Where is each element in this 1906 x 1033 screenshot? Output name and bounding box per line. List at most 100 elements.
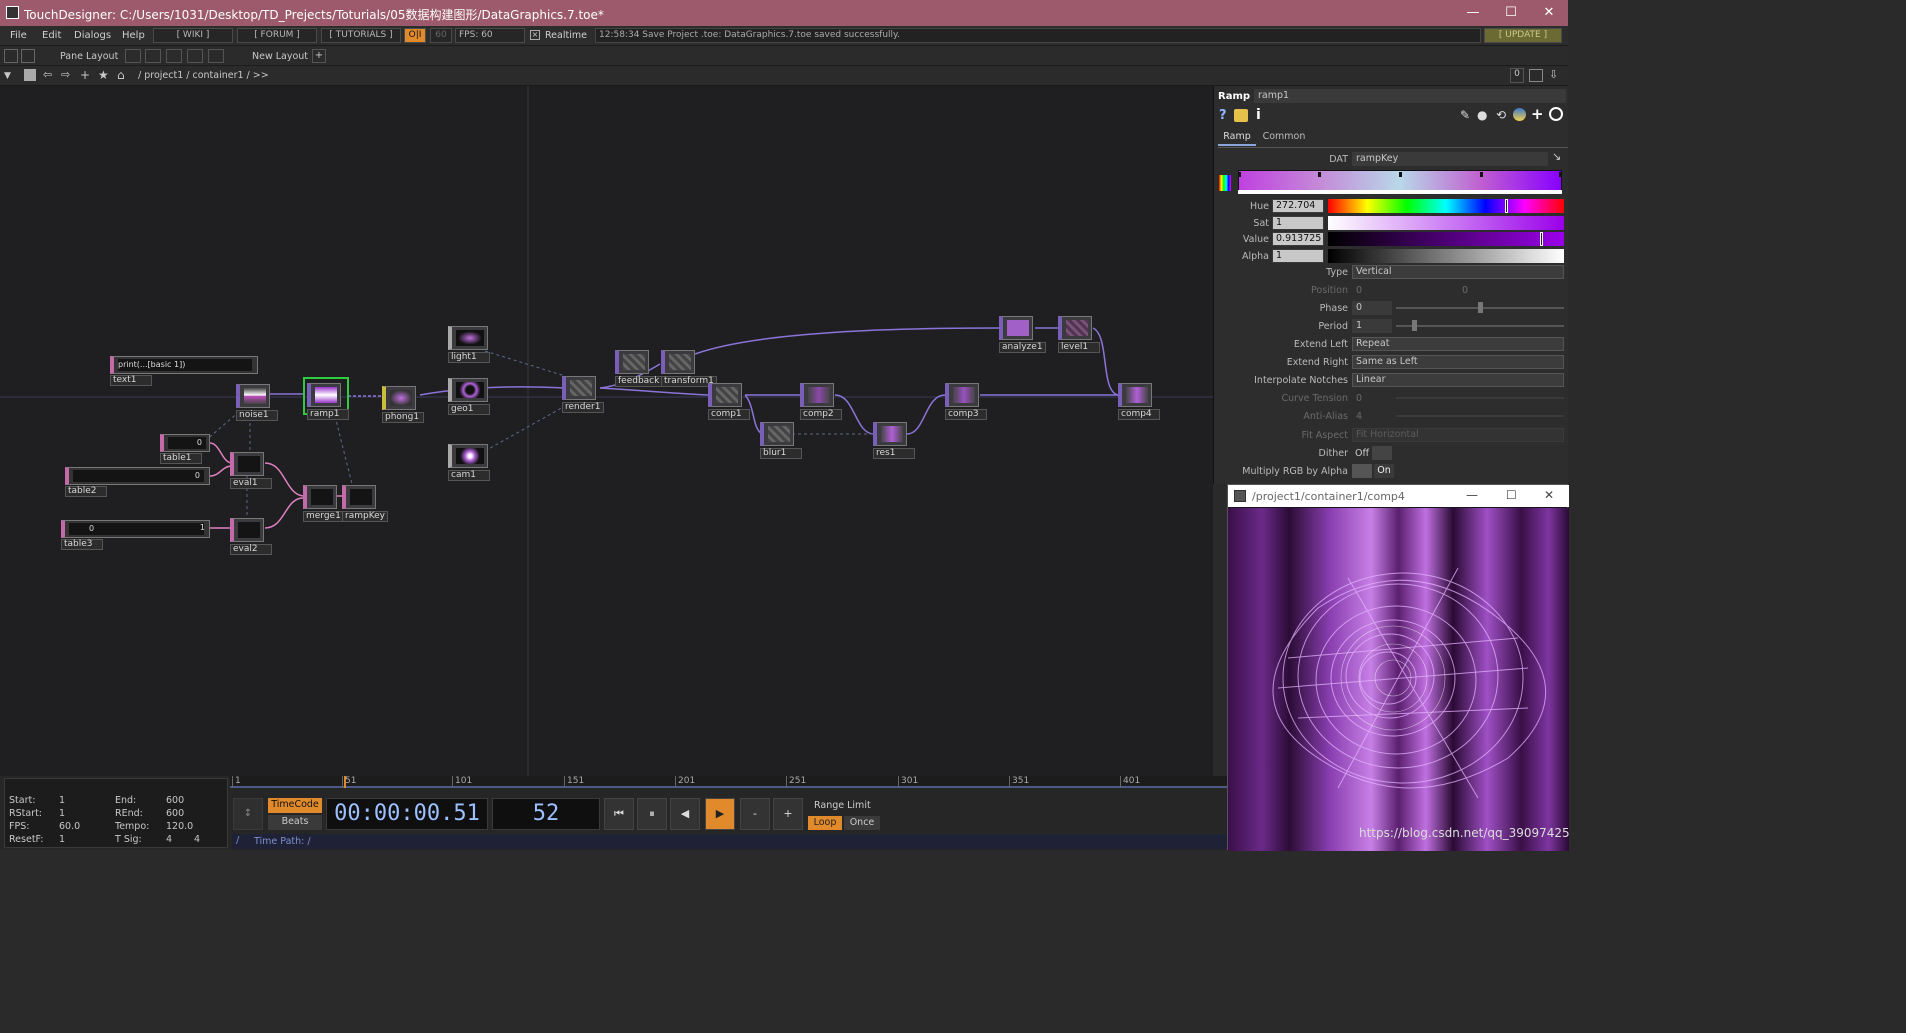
step-plus-button[interactable]: + <box>773 798 803 830</box>
node-blur1[interactable]: blur1 <box>760 422 802 459</box>
node-ramp1[interactable]: ramp1 <box>307 383 349 420</box>
viewer-maximize-button[interactable]: ☐ <box>1506 488 1517 502</box>
rend-value[interactable]: 600 <box>166 808 184 819</box>
node-rampkey[interactable]: rampKey <box>342 485 389 522</box>
node-eval1[interactable]: eval1 <box>230 452 272 489</box>
curve-slider[interactable] <box>1396 397 1564 399</box>
viewer-window[interactable]: /project1/container1/comp4 — ☐ ✕ <box>1227 484 1569 851</box>
viewer-minimize-button[interactable]: — <box>1466 488 1478 502</box>
time-path[interactable]: Time Path: / <box>254 836 311 847</box>
dat-field[interactable]: rampKey <box>1352 152 1548 166</box>
timeline-options-button[interactable]: ↕ <box>233 798 263 830</box>
tutorials-button[interactable]: [ TUTORIALS ] <box>321 28 401 43</box>
node-level1[interactable]: level1 <box>1058 316 1100 353</box>
close-button[interactable]: ✕ <box>1534 3 1564 23</box>
hue-slider-handle[interactable] <box>1505 199 1508 213</box>
layout-split-v-button[interactable] <box>145 49 161 63</box>
ramp-key-4[interactable] <box>1559 172 1562 177</box>
frame-display[interactable]: 52 <box>492 798 600 830</box>
node-feedback1[interactable]: feedback <box>615 350 663 387</box>
timecode-toggle[interactable]: TimeCode <box>268 798 322 813</box>
update-button[interactable]: [ UPDATE ] <box>1484 28 1562 43</box>
pause-button[interactable]: ⏸ <box>637 798 667 830</box>
realtime-checkbox[interactable]: × <box>530 30 540 40</box>
curve-value[interactable]: 0 <box>1356 393 1362 404</box>
extend-left-dropdown[interactable]: Repeat <box>1352 337 1564 351</box>
timecode-display[interactable]: 00:00:00.51 <box>326 798 488 830</box>
wiki-button[interactable]: [ WIKI ] <box>153 28 233 43</box>
period-field[interactable]: 1 <box>1352 319 1392 333</box>
node-table1[interactable]: 0 table1 <box>160 434 210 464</box>
loop-toggle[interactable]: Loop <box>808 816 842 830</box>
python-icon[interactable] <box>1513 108 1526 121</box>
viewer-close-button[interactable]: ✕ <box>1544 488 1554 502</box>
node-comp3[interactable]: comp3 <box>945 383 987 420</box>
tsig-value-a[interactable]: 4 <box>166 834 172 845</box>
play-button[interactable]: ▶ <box>705 798 735 830</box>
help-icon[interactable]: ? <box>1219 108 1227 123</box>
edit-pencil-icon[interactable]: ✎ <box>1460 108 1470 122</box>
phase-slider-handle[interactable] <box>1478 302 1483 313</box>
maximize-button[interactable]: ☐ <box>1496 3 1526 23</box>
ramp-key-2[interactable] <box>1399 172 1402 177</box>
tempo-value[interactable]: 120.0 <box>166 821 193 832</box>
sat-field[interactable]: 1 <box>1272 216 1324 230</box>
fps-cap[interactable]: 60 <box>430 28 452 43</box>
sat-slider[interactable] <box>1328 216 1564 230</box>
node-table2[interactable]: 0 table2 <box>65 467 210 497</box>
position-y[interactable]: 0 <box>1462 285 1468 296</box>
node-eval2[interactable]: eval2 <box>230 518 272 555</box>
node-transform1[interactable]: transform1 <box>661 350 717 387</box>
layout-three-button[interactable] <box>187 49 203 63</box>
once-toggle[interactable]: Once <box>844 816 880 830</box>
step-back-button[interactable]: ◀ <box>670 798 700 830</box>
maximize-pane-icon[interactable] <box>1529 69 1543 82</box>
node-res1[interactable]: res1 <box>873 422 915 459</box>
layout-single-button[interactable] <box>125 49 141 63</box>
playhead[interactable] <box>344 776 346 788</box>
plus-icon[interactable]: + <box>1531 105 1544 123</box>
node-comp4[interactable]: comp4 <box>1118 383 1160 420</box>
node-noise1[interactable]: noise1 <box>236 384 278 421</box>
value-field[interactable]: 0.913725 <box>1272 232 1324 246</box>
phase-field[interactable]: 0 <box>1352 301 1392 315</box>
period-slider[interactable] <box>1396 325 1564 327</box>
start-value[interactable]: 1 <box>59 795 65 806</box>
oi-button[interactable]: O|I <box>404 28 426 43</box>
menu-edit[interactable]: Edit <box>42 30 61 41</box>
forward-arrow-icon[interactable]: ⇨ <box>61 68 70 81</box>
split-pane-icon[interactable]: ⇩ <box>1549 68 1558 81</box>
menu-file[interactable]: File <box>10 30 27 41</box>
chevron-down-icon[interactable]: ▼ <box>4 71 11 81</box>
tsig-value-b[interactable]: 4 <box>194 834 200 845</box>
add-layout-button[interactable]: + <box>312 49 326 63</box>
extend-right-dropdown[interactable]: Same as Left <box>1352 355 1564 369</box>
position-x[interactable]: 0 <box>1356 285 1362 296</box>
tab-ramp[interactable]: Ramp <box>1218 130 1256 146</box>
minimize-button[interactable]: — <box>1458 3 1488 23</box>
node-comp2[interactable]: comp2 <box>800 383 842 420</box>
zero-button[interactable]: 0 <box>1510 68 1524 83</box>
node-text1[interactable]: print(...[basic 1]) text1 <box>110 356 258 386</box>
end-value[interactable]: 600 <box>166 795 184 806</box>
image-icon[interactable] <box>4 49 18 63</box>
mult-toggle-box[interactable] <box>1352 464 1372 478</box>
node-analyze1[interactable]: analyze1 <box>999 316 1046 353</box>
beats-toggle[interactable]: Beats <box>268 815 322 830</box>
rstart-value[interactable]: 1 <box>59 808 65 819</box>
home-network-icon[interactable] <box>21 49 35 63</box>
rewind-button[interactable]: ⏮ <box>604 798 634 830</box>
arrow-pick-icon[interactable]: ↘ <box>1552 150 1561 163</box>
menu-dialogs[interactable]: Dialogs <box>74 30 111 41</box>
forum-button[interactable]: [ FORUM ] <box>237 28 317 43</box>
node-phong1[interactable]: phong1 <box>382 386 424 423</box>
star-icon[interactable]: ★ <box>98 68 109 82</box>
node-light1[interactable]: light1 <box>448 326 490 363</box>
antialias-value[interactable]: 4 <box>1356 411 1362 422</box>
ramp-key-0[interactable] <box>1238 172 1241 177</box>
network-editor[interactable]: print(...[basic 1]) text1 noise1 ramp1 p… <box>0 86 1213 776</box>
layout-quad-button[interactable] <box>208 49 224 63</box>
mult-toggle[interactable]: On <box>1374 464 1394 478</box>
info-icon[interactable]: i <box>1256 107 1261 123</box>
tab-common[interactable]: Common <box>1260 130 1308 146</box>
